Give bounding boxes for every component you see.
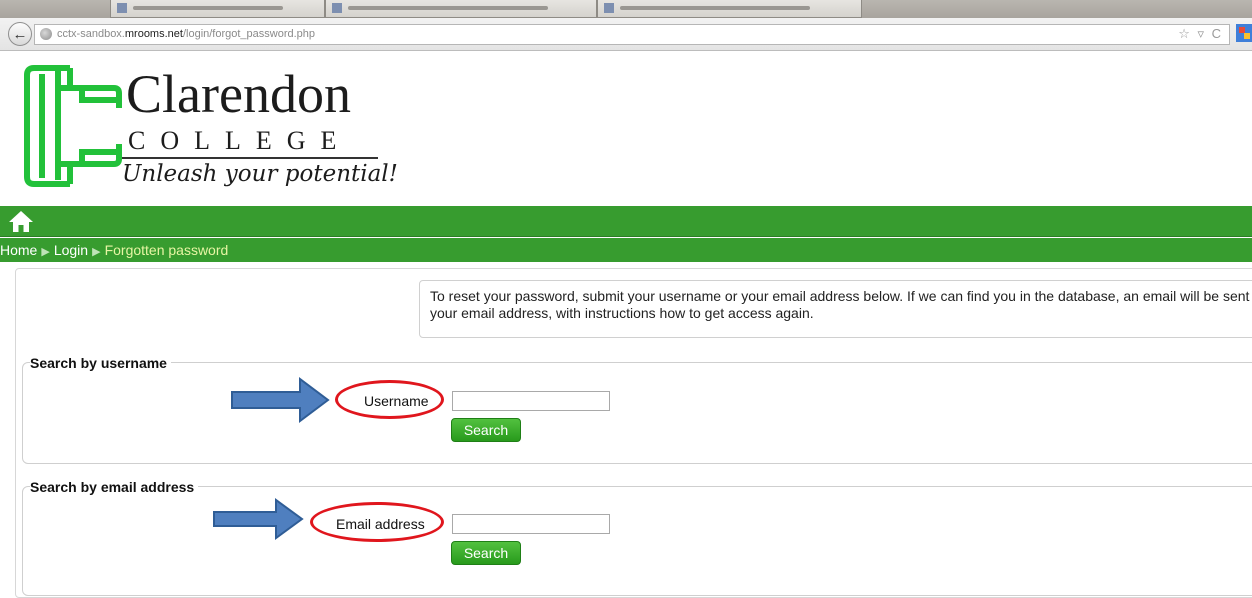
tab-favicon-icon [332,3,342,13]
logo-mark-icon [24,65,122,187]
breadcrumb-login[interactable]: Login [54,242,88,258]
breadcrumb-current: Forgotten password [104,242,229,258]
reset-instructions: To reset your password, submit your user… [419,280,1252,338]
email-label: Email address [336,516,425,532]
browser-address-bar: ← cctx-sandbox.mrooms.net/login/forgot_p… [0,18,1252,51]
bookmark-star-icon[interactable]: ☆ ▿ C [1178,26,1223,42]
email-input[interactable] [452,514,610,534]
tab-favicon-icon [604,3,614,13]
browser-tab[interactable] [325,0,597,18]
username-label: Username [364,393,429,409]
back-arrow-icon: ← [12,25,28,43]
annotation-arrow-icon [231,377,330,423]
url-text: cctx-sandbox.mrooms.net/login/forgot_pas… [57,27,315,42]
college-logo[interactable]: Clarendon COLLEGE Unleash your potential… [22,60,398,195]
tab-title [620,6,810,10]
globe-icon [40,28,52,40]
url-path: /login/forgot_password.php [182,28,316,40]
search-by-username-section: Search by username [22,355,1252,464]
url-host: mrooms.net [124,28,183,40]
breadcrumb-home[interactable]: Home [0,242,37,258]
email-section-legend: Search by email address [30,479,199,495]
breadcrumb: Home ▶ Login ▶ Forgotten password [0,238,1252,262]
breadcrumb-separator-icon: ▶ [41,246,50,258]
browser-tab[interactable] [597,0,862,18]
email-search-button[interactable]: Search [451,541,521,565]
url-prefix: cctx-sandbox. [57,28,125,40]
tab-title [348,6,548,10]
url-field[interactable]: cctx-sandbox.mrooms.net/login/forgot_pas… [34,24,1230,45]
logo-subtitle: COLLEGE [128,126,352,155]
logo-name: Clarendon [126,64,351,124]
username-search-button[interactable]: Search [451,418,521,442]
main-navbar [0,206,1252,237]
annotation-arrow-icon [213,498,304,540]
search-by-email-section: Search by email address [22,479,1252,596]
tab-title [133,6,283,10]
breadcrumb-separator-icon: ▶ [92,246,101,258]
google-extension-icon[interactable] [1236,24,1252,42]
logo-tagline: Unleash your potential! [122,157,398,187]
browser-tab[interactable] [110,0,325,18]
home-icon[interactable] [8,209,34,233]
username-input[interactable] [452,391,610,411]
back-button[interactable]: ← [8,22,32,46]
username-section-legend: Search by username [30,355,171,371]
tab-favicon-icon [117,3,127,13]
browser-tab-strip [0,0,1252,18]
